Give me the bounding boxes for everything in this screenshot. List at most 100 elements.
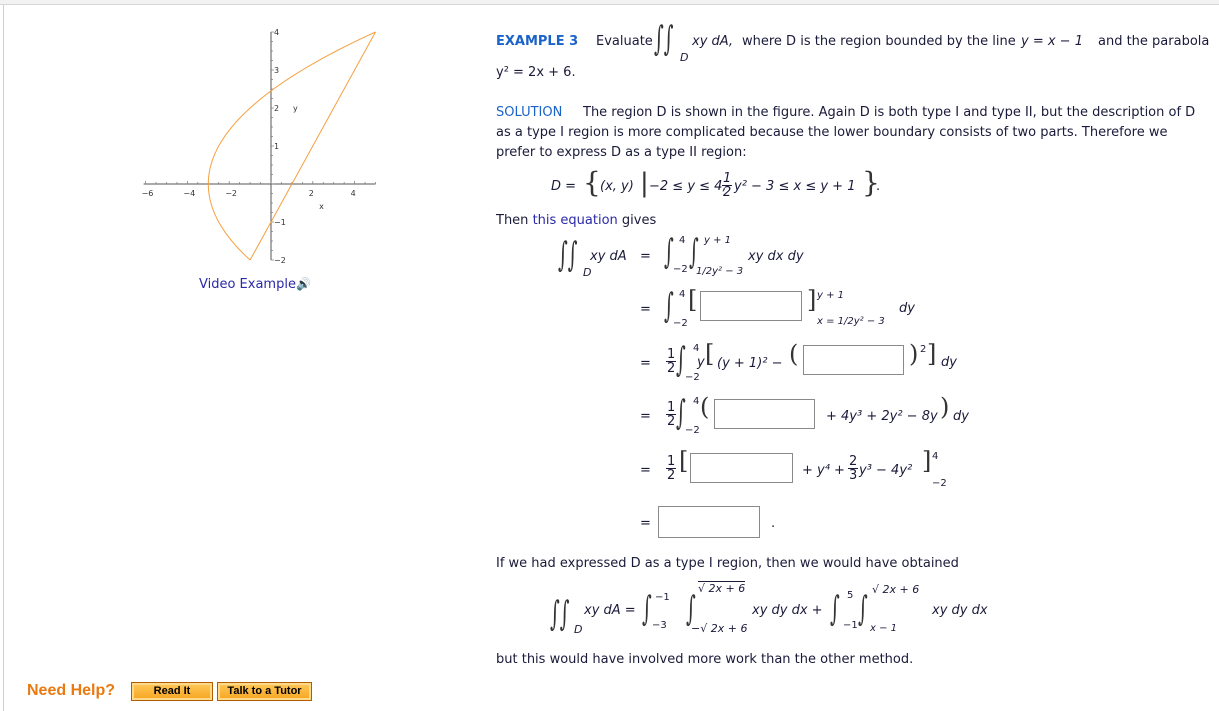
- eval-upper-2: y + 1: [817, 290, 845, 301]
- talk-to-tutor-button[interactable]: Talk to a Tutor: [217, 682, 312, 701]
- diff-2: dy: [899, 301, 915, 316]
- answer-input-step4[interactable]: [714, 399, 815, 429]
- lower-4: −2: [685, 425, 700, 436]
- equals-6: =: [640, 516, 651, 531]
- integrand-1: xy dx dy: [748, 249, 804, 264]
- lhs-subscript: D: [583, 266, 592, 279]
- equals-4: =: [640, 409, 651, 424]
- fraction-denominator: 3: [849, 468, 858, 483]
- type1-outer-lower-2: −1: [843, 620, 858, 631]
- power-3: 2: [920, 344, 927, 355]
- lower-5: −2: [932, 478, 947, 489]
- type1-inner-upper-1: √ 2x + 6: [698, 581, 746, 595]
- y-tick-label: 2: [274, 104, 279, 113]
- right-bracket-3: ]: [927, 340, 937, 368]
- type1-lhs: xy dA =: [584, 603, 636, 618]
- equals-1: =: [640, 249, 651, 264]
- frac-5: 2 3: [848, 454, 859, 483]
- type1-outer-upper-2: 5: [847, 590, 854, 601]
- x-tick-label: 4: [351, 189, 356, 198]
- x-axis-label: x: [319, 202, 324, 211]
- answer-input-step5[interactable]: [690, 453, 793, 483]
- line-segment: [249, 31, 376, 261]
- gives-text: gives: [621, 213, 657, 228]
- right-bracket-2: ]: [807, 286, 817, 314]
- x-tick-label: −6: [142, 189, 154, 198]
- solution-heading: SOLUTION: [496, 105, 563, 120]
- rest-4: + 4y³ + 2y² − 8y: [826, 409, 938, 424]
- coef-numerator: 1: [666, 347, 677, 362]
- parabola-curve: [207, 31, 376, 261]
- type1-lhs-subscript: D: [574, 623, 583, 636]
- set-x-range: y² − 3 ≤ x ≤ y + 1: [734, 179, 856, 194]
- set-period: .: [876, 179, 881, 194]
- set-lhs: D =: [551, 179, 577, 194]
- solution-line-1: The region D is shown in the figure. Aga…: [583, 105, 1196, 120]
- then-line: Then this equation gives: [496, 213, 656, 228]
- coef-3: 1 2: [666, 347, 677, 376]
- rest-5a: + y⁴ +: [802, 463, 845, 478]
- body-3: y: [697, 355, 705, 370]
- type1-inner-lower-2: x − 1: [870, 623, 898, 634]
- lhs-integrand: xy dA: [590, 249, 627, 264]
- final-period: .: [771, 516, 776, 531]
- upper-4: 4: [693, 396, 700, 407]
- x-tick-label: 2: [309, 189, 314, 198]
- answer-input-step3[interactable]: [803, 345, 904, 375]
- right-paren-4: ): [940, 393, 950, 421]
- y-tick-label: 1: [274, 142, 279, 151]
- solution-line-2: as a type I region is more complicated b…: [496, 125, 1168, 140]
- equals-2: =: [640, 302, 651, 317]
- y-tick-label: −2: [274, 256, 286, 265]
- outer-lower-1: −2: [673, 264, 688, 275]
- set-fraction: 1 2: [722, 171, 733, 200]
- right-bracket-5: ]: [922, 447, 932, 475]
- solution-line-3: prefer to express D as a type II region:: [496, 145, 747, 160]
- type1-inner-upper-2: √ 2x + 6: [872, 583, 920, 596]
- type1-conclusion: but this would have involved more work t…: [496, 652, 914, 667]
- upper-5: 4: [932, 451, 939, 462]
- lower-3: −2: [685, 372, 700, 383]
- rest-5b: y³ − 4y²: [859, 463, 913, 478]
- coef-4: 1 2: [666, 401, 677, 428]
- region-figure: −6 −4 −2 2 4 4 3 2 1 −1 −2 x y: [142, 28, 376, 265]
- diff-3: dy: [941, 355, 957, 370]
- set-y-range: −2 ≤ y ≤ 4,: [649, 179, 727, 194]
- left-brace: {: [583, 166, 601, 199]
- equation-link[interactable]: this equation: [533, 213, 618, 228]
- set-pair: (x, y): [600, 179, 634, 194]
- top-border: [0, 0, 1219, 5]
- region-subscript: D: [680, 51, 689, 64]
- diff-4: dy: [953, 409, 969, 424]
- left-paren-4: (: [700, 393, 710, 421]
- answer-input-final[interactable]: [658, 506, 760, 538]
- inner-upper-1: y + 1: [704, 235, 732, 246]
- coef-5: 1 2: [666, 454, 677, 482]
- y-tick-label: 4: [274, 28, 279, 37]
- left-bracket-5: [: [679, 447, 689, 475]
- integrand: xy dA,: [692, 34, 734, 49]
- then-text: Then: [496, 213, 529, 228]
- video-example-link[interactable]: Video Example🔊: [199, 277, 311, 292]
- fraction-numerator: 2: [848, 454, 859, 469]
- y-tick-label: −1: [274, 218, 286, 227]
- coef-denominator: 2: [667, 361, 676, 376]
- video-example-label: Video Example: [199, 277, 296, 292]
- fraction-numerator: 1: [722, 171, 733, 186]
- type1-integrand-1: xy dy dx +: [752, 603, 823, 618]
- left-border: [3, 5, 4, 711]
- type1-outer-upper-1: −1: [655, 592, 670, 603]
- set-bar: |: [640, 168, 649, 198]
- read-it-button[interactable]: Read It: [131, 682, 213, 701]
- coef-numerator: 1: [666, 454, 677, 469]
- lower-2: −2: [673, 318, 688, 329]
- equals-5: =: [640, 463, 651, 478]
- example-heading: EXAMPLE 3: [496, 34, 579, 49]
- inner-lower-1: 1/2y² − 3: [696, 266, 744, 277]
- answer-input-step2[interactable]: [700, 291, 802, 321]
- type1-inner-integral-1: ∫: [686, 589, 696, 629]
- type1-outer-lower-1: −3: [652, 620, 667, 631]
- equals-3: =: [640, 356, 651, 371]
- expr-3: (y + 1)² −: [717, 356, 783, 371]
- fraction-denominator: 2: [723, 185, 732, 200]
